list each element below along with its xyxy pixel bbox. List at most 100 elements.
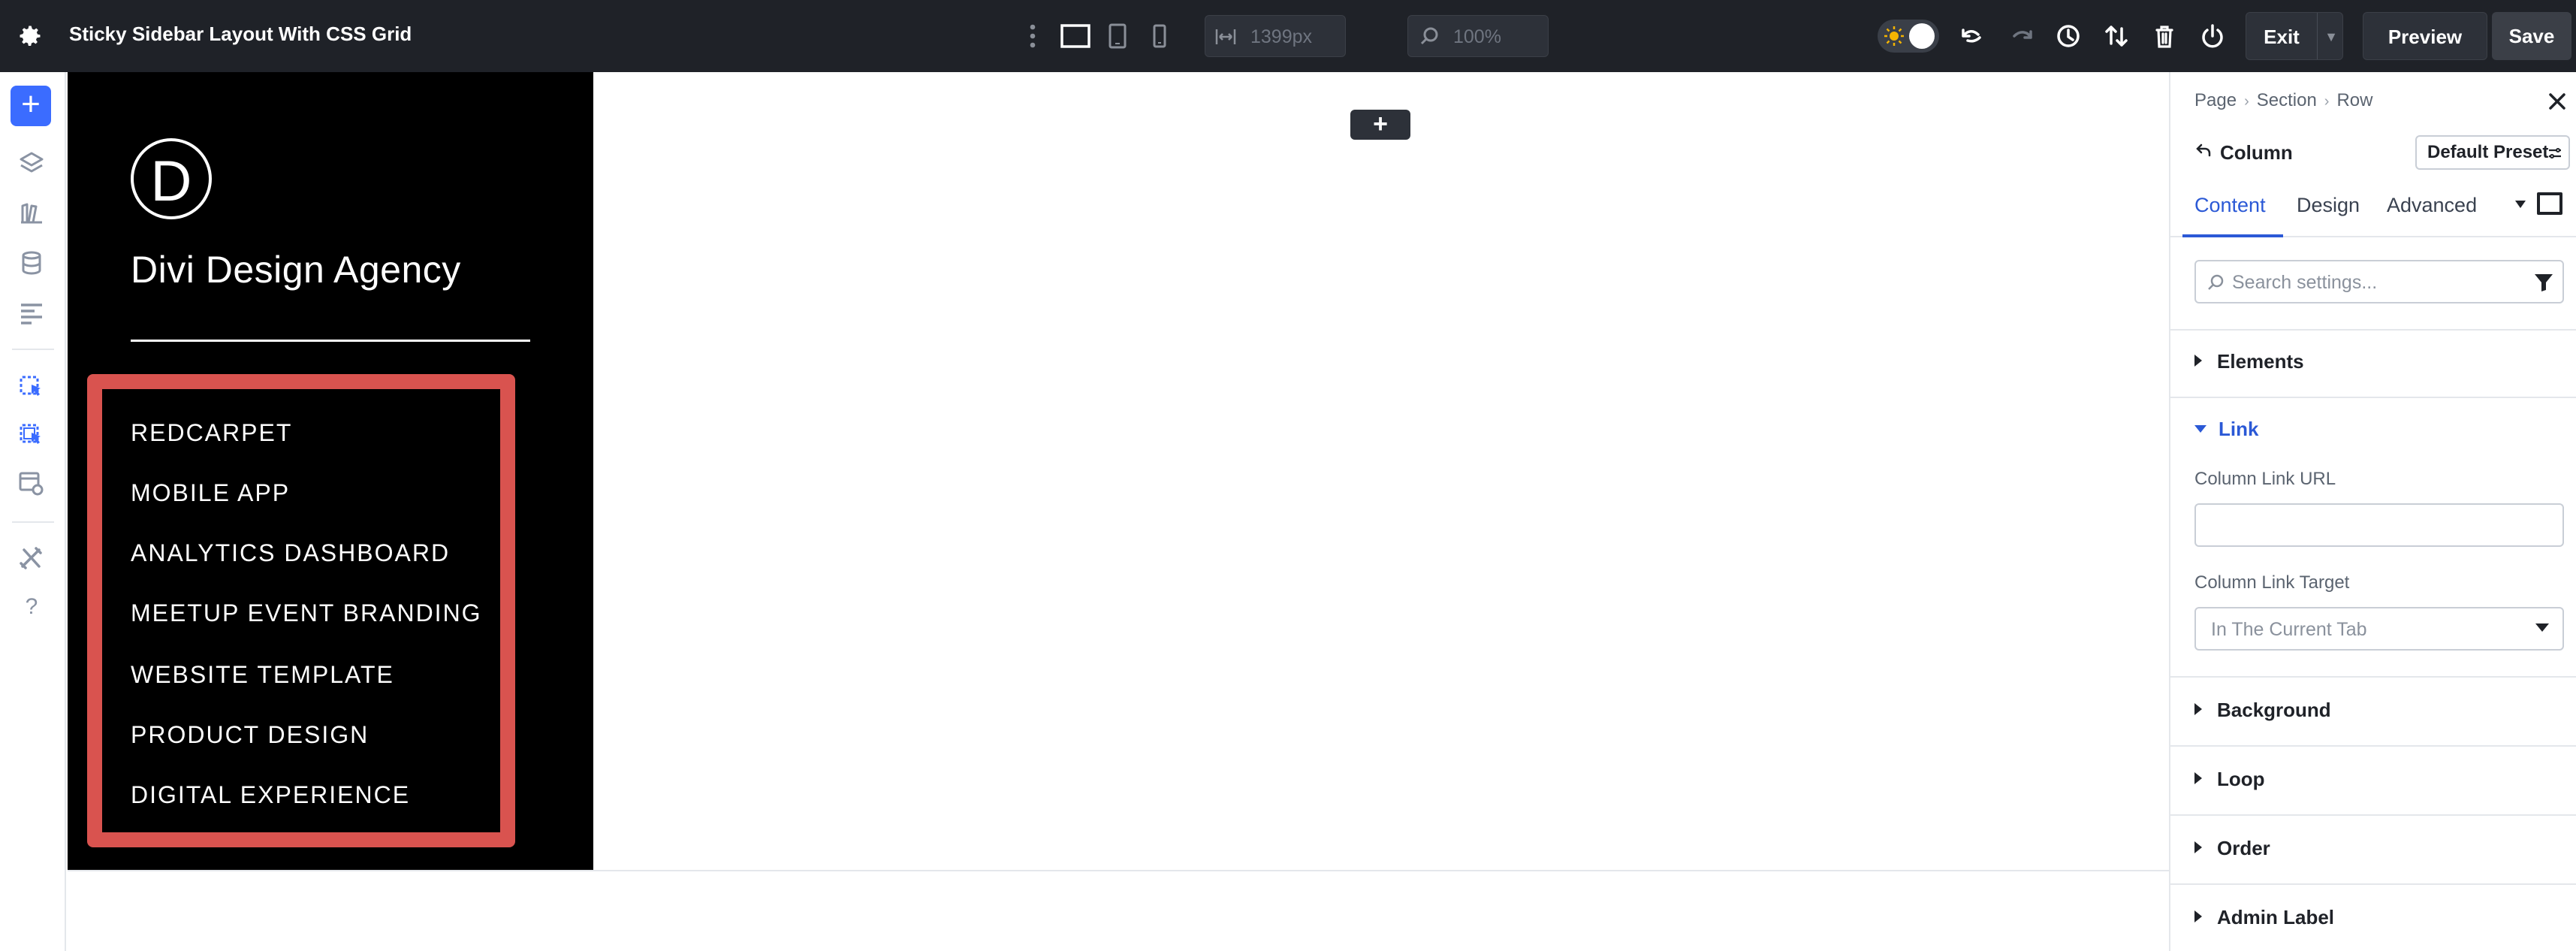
breadcrumb-chevron-icon: › xyxy=(2244,93,2249,110)
breadcrumb: Page › Section › Row xyxy=(2194,90,2372,111)
expand-arrow-icon xyxy=(2194,841,2202,853)
history-icon[interactable] xyxy=(2053,21,2083,51)
tab-content[interactable]: Content xyxy=(2194,194,2266,217)
section-order-label: Order xyxy=(2217,837,2270,859)
rail-divider xyxy=(12,349,54,350)
section-divider xyxy=(2170,329,2576,331)
agency-name: Divi Design Agency xyxy=(131,249,461,291)
top-toolbar: Sticky Sidebar Layout With CSS Grid 1399… xyxy=(0,0,2576,72)
dark-mode-toggle[interactable] xyxy=(1878,20,1939,53)
click-mode-icon[interactable] xyxy=(17,371,47,401)
exit-button[interactable]: Exit ▼ xyxy=(2246,12,2343,60)
more-options-icon[interactable] xyxy=(1026,23,1039,50)
preset-settings-icon xyxy=(2549,148,2561,158)
filter-icon[interactable] xyxy=(2532,272,2555,293)
section-elements-label: Elements xyxy=(2217,350,2304,373)
width-arrows-icon xyxy=(1215,29,1236,44)
exit-dropdown-chevron-icon[interactable]: ▼ xyxy=(2318,13,2344,61)
design-library-icon[interactable] xyxy=(17,198,47,228)
search-input[interactable] xyxy=(2232,267,2517,297)
undo-icon[interactable] xyxy=(1957,21,1987,51)
expand-arrow-icon xyxy=(2194,910,2202,922)
left-tool-rail: + ? xyxy=(0,72,66,951)
page-settings-icon[interactable] xyxy=(17,469,47,499)
search-icon xyxy=(2208,274,2224,290)
section-order[interactable]: Order xyxy=(2194,837,2270,860)
rail-divider xyxy=(12,521,54,523)
breadcrumb-page[interactable]: Page xyxy=(2194,90,2237,110)
chevron-down-icon xyxy=(2535,623,2549,632)
agency-logo: D xyxy=(131,138,212,219)
zoom-value: 100% xyxy=(1453,26,1501,47)
wireframe-icon[interactable] xyxy=(17,297,47,328)
section-divider xyxy=(2170,814,2576,816)
panel-expand-icon[interactable] xyxy=(2537,192,2562,215)
add-module-button[interactable]: + xyxy=(11,86,51,126)
expand-arrow-icon xyxy=(2194,772,2202,784)
portability-icon[interactable] xyxy=(2101,21,2131,51)
back-arrow-icon[interactable] xyxy=(2194,141,2213,159)
tablet-view-icon[interactable] xyxy=(1101,21,1134,51)
tab-advanced[interactable]: Advanced xyxy=(2387,194,2477,217)
column-link-url-input[interactable] xyxy=(2194,503,2564,547)
section-divider xyxy=(2170,676,2576,678)
preview-button[interactable]: Preview xyxy=(2363,12,2487,60)
toggle-knob xyxy=(1909,23,1935,49)
chevron-down-icon[interactable] xyxy=(2513,198,2528,210)
section-loop-label: Loop xyxy=(2217,768,2265,790)
save-button[interactable]: Save xyxy=(2492,12,2571,60)
menu-item-meetup-event-branding[interactable]: MEETUP EVENT BRANDING xyxy=(131,599,482,627)
sticky-sidebar-column[interactable]: D Divi Design Agency REDCARPET MOBILE AP… xyxy=(68,72,593,870)
preset-dropdown[interactable]: Default Preset xyxy=(2415,135,2570,170)
menu-module[interactable]: REDCARPET MOBILE APP ANALYTICS DASHBOARD… xyxy=(87,374,515,847)
page-title: Sticky Sidebar Layout With CSS Grid xyxy=(69,23,412,45)
section-background-label: Background xyxy=(2217,699,2331,721)
phone-view-icon[interactable] xyxy=(1143,21,1176,51)
element-title: Column xyxy=(2220,141,2293,164)
preset-label: Default Preset xyxy=(2427,142,2549,162)
database-icon[interactable] xyxy=(17,248,47,278)
power-icon[interactable] xyxy=(2197,21,2228,51)
column-link-target-select[interactable]: In The Current Tab xyxy=(2194,607,2564,651)
layers-icon[interactable] xyxy=(17,149,47,179)
expand-arrow-icon xyxy=(2194,355,2202,367)
search-settings-field[interactable] xyxy=(2194,260,2564,303)
section-divider xyxy=(2170,883,2576,885)
menu-item-digital-experience[interactable]: DIGITAL EXPERIENCE xyxy=(131,781,410,809)
add-column-button[interactable]: + xyxy=(1350,110,1410,140)
tab-design[interactable]: Design xyxy=(2297,194,2360,217)
zoom-icon xyxy=(1420,27,1438,45)
settings-panel: Page › Section › Row Column Default Preset C… xyxy=(2169,72,2576,951)
section-loop[interactable]: Loop xyxy=(2194,768,2265,791)
menu-item-analytics-dashboard[interactable]: ANALYTICS DASHBOARD xyxy=(131,539,450,567)
canvas-width-field[interactable]: 1399px xyxy=(1205,15,1346,57)
section-admin-label[interactable]: Admin Label xyxy=(2194,906,2334,929)
section-link[interactable]: Link xyxy=(2194,418,2258,441)
trash-icon[interactable] xyxy=(2149,21,2179,51)
exit-divider xyxy=(2317,13,2318,59)
menu-item-website-template[interactable]: WEBSITE TEMPLATE xyxy=(131,661,394,689)
tools-icon[interactable] xyxy=(17,542,47,572)
desktop-view-icon[interactable] xyxy=(1059,21,1092,51)
breadcrumb-row[interactable]: Row xyxy=(2336,90,2372,110)
hover-mode-icon[interactable] xyxy=(17,419,47,449)
column-link-url-label: Column Link URL xyxy=(2194,469,2336,489)
redo-icon[interactable] xyxy=(2007,21,2037,51)
menu-item-mobile-app[interactable]: MOBILE APP xyxy=(131,479,290,507)
section-background[interactable]: Background xyxy=(2194,699,2331,722)
menu-item-product-design[interactable]: PRODUCT DESIGN xyxy=(131,721,369,749)
section-link-label: Link xyxy=(2219,418,2259,440)
divider-line xyxy=(131,340,530,342)
collapse-arrow-icon xyxy=(2194,425,2206,433)
active-tab-indicator xyxy=(2182,234,2283,237)
gear-icon[interactable] xyxy=(17,23,44,50)
help-icon[interactable]: ? xyxy=(17,592,47,622)
builder-canvas: D Divi Design Agency REDCARPET MOBILE AP… xyxy=(68,72,2169,951)
close-icon[interactable] xyxy=(2546,90,2568,113)
menu-item-redcarpet[interactable]: REDCARPET xyxy=(131,419,292,447)
canvas-width-value: 1399px xyxy=(1250,26,1313,47)
breadcrumb-section[interactable]: Section xyxy=(2257,90,2317,110)
section-elements[interactable]: Elements xyxy=(2194,350,2304,373)
zoom-field[interactable]: 100% xyxy=(1407,15,1549,57)
breadcrumb-chevron-icon: › xyxy=(2324,93,2330,110)
